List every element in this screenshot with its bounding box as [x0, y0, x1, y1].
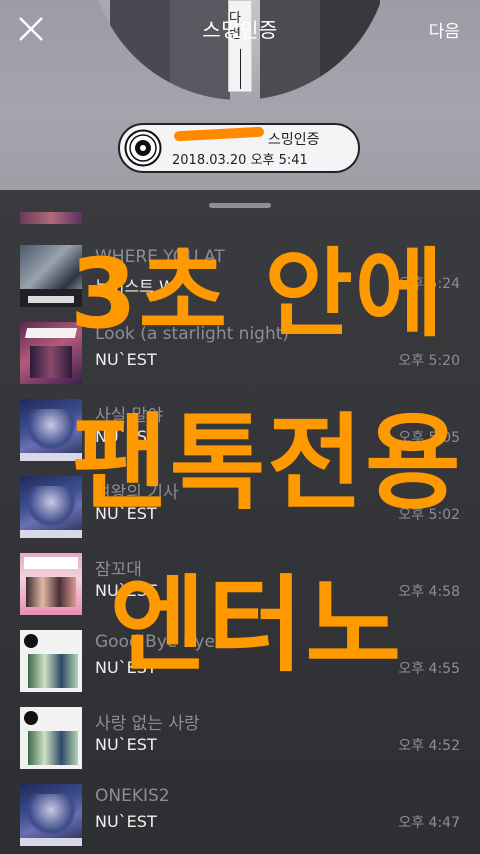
certificate-datetime: 2018.03.20 오후 5:41 — [172, 153, 308, 168]
partial-album-thumbnail — [20, 212, 82, 224]
played-time: 오후 4:52 — [398, 738, 460, 754]
album-art-detail — [24, 486, 78, 526]
song-row[interactable]: ONEKIS2 NU`EST 오후 4:47 — [0, 784, 480, 854]
song-artist: 뉴이스트 W — [95, 277, 175, 296]
song-row[interactable]: 사실 말야 NU`EST 오후 5:05 — [0, 399, 480, 476]
played-time: 오후 4:58 — [398, 584, 460, 600]
played-time: 오후 4:47 — [398, 815, 460, 831]
album-thumbnail — [20, 707, 82, 769]
album-art-detail — [28, 654, 78, 688]
played-time: 오후 5:05 — [398, 430, 460, 446]
album-thumbnail — [20, 476, 82, 538]
cover-banner-bar — [239, 49, 241, 89]
played-time: 오후 4:55 — [398, 661, 460, 677]
played-time: 오후 5:20 — [398, 353, 460, 369]
album-art-detail — [24, 794, 78, 834]
next-button[interactable]: 다음 — [429, 17, 460, 42]
song-artist: NU`EST — [95, 581, 157, 600]
header: 다 변 스밍인증 다음 스밍인증 2018.03.20 오후 5:41 — [0, 0, 480, 190]
redaction-mark — [173, 126, 265, 142]
album-art-detail — [24, 557, 78, 569]
album-art-detail — [26, 577, 76, 607]
played-time: 오후 5:02 — [398, 507, 460, 523]
album-art-detail — [24, 711, 38, 725]
album-art-detail — [28, 731, 78, 765]
song-title: WHERE YOU AT — [95, 247, 225, 267]
drag-handle[interactable] — [209, 203, 271, 208]
certificate-name: 스밍인증 — [268, 132, 320, 148]
album-art-detail — [20, 838, 82, 846]
song-title: Good Bye Bye — [95, 632, 215, 652]
song-title: 잠꼬대 — [95, 560, 142, 580]
album-art-detail — [20, 530, 82, 538]
song-artist: NU`EST — [95, 735, 157, 754]
album-thumbnail — [20, 322, 82, 384]
song-artist: NU`EST — [95, 812, 157, 831]
album-thumbnail — [20, 630, 82, 692]
album-art-detail — [24, 409, 78, 449]
album-thumbnail — [20, 784, 82, 846]
song-row[interactable]: Look (a starlight night) NU`EST 오후 5:20 — [0, 322, 480, 399]
album-art-detail — [24, 634, 38, 648]
song-title: 사랑 없는 사랑 — [95, 714, 200, 734]
album-thumbnail — [20, 399, 82, 461]
song-row[interactable]: 잠꼬대 NU`EST 오후 4:58 — [0, 553, 480, 630]
song-list-panel[interactable]: WHERE YOU AT 뉴이스트 W 오후 5:24 Look (a starlig… — [0, 190, 480, 854]
song-artist: NU`EST — [95, 504, 157, 523]
song-artist: NU`EST — [95, 658, 157, 677]
album-art-detail — [28, 296, 74, 303]
song-title: Look (a starlight night) — [95, 324, 290, 344]
page-title: 스밍인증 — [202, 18, 278, 42]
song-row[interactable]: WHERE YOU AT 뉴이스트 W 오후 5:24 — [0, 245, 480, 322]
song-row[interactable]: Good Bye Bye NU`EST 오후 4:55 — [0, 630, 480, 707]
album-thumbnail — [20, 553, 82, 615]
album-art-detail — [30, 346, 72, 378]
album-art-detail — [24, 328, 78, 338]
disc-icon — [124, 129, 162, 167]
song-artist: NU`EST — [95, 427, 157, 446]
played-time: 오후 5:24 — [398, 276, 460, 292]
album-thumbnail — [20, 245, 82, 307]
song-title: 사실 말야 — [95, 406, 163, 426]
certificate-badge: 스밍인증 2018.03.20 오후 5:41 — [118, 123, 360, 173]
song-title: 여왕의 기사 — [95, 483, 179, 503]
song-row[interactable]: 여왕의 기사 NU`EST 오후 5:02 — [0, 476, 480, 553]
song-artist: NU`EST — [95, 350, 157, 369]
album-art-detail — [20, 453, 82, 461]
song-row[interactable]: 사랑 없는 사랑 NU`EST 오후 4:52 — [0, 707, 480, 784]
song-title: ONEKIS2 — [95, 786, 170, 806]
